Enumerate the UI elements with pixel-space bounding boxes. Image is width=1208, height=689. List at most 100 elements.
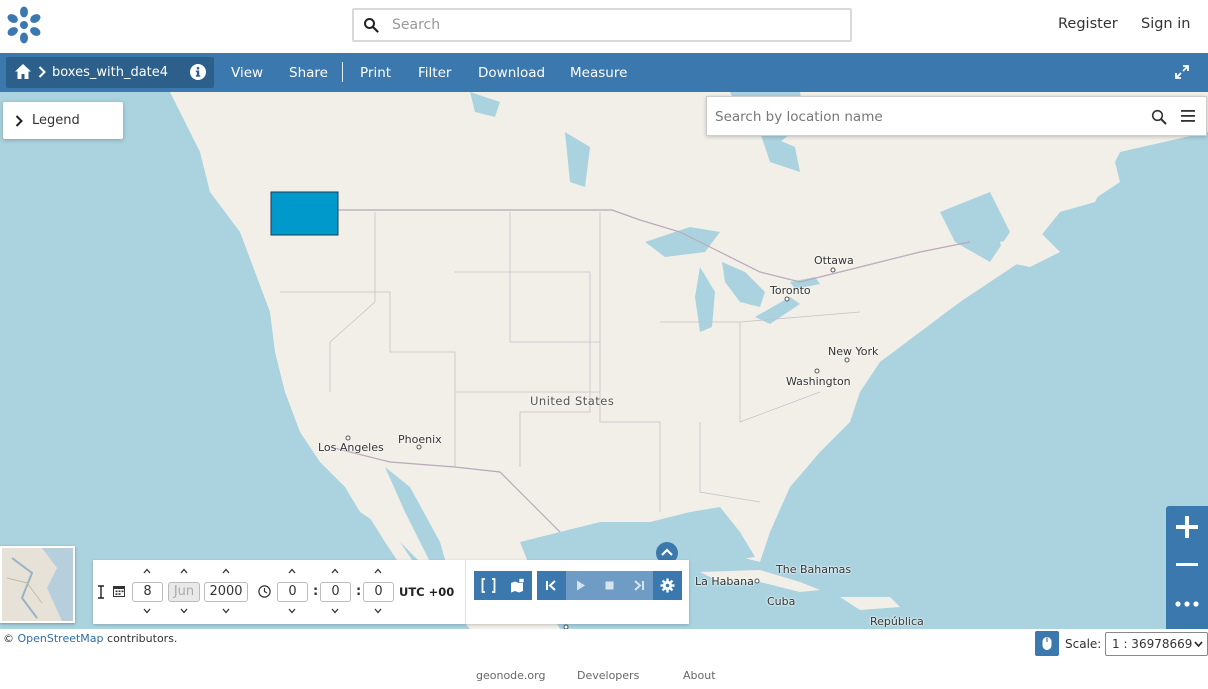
chevron-right-icon <box>38 66 46 78</box>
city-label: La Habana <box>695 575 754 588</box>
month-decrement[interactable] <box>179 608 189 614</box>
scale-selector[interactable]: 1 : 36978669 <box>1105 632 1208 656</box>
minute-decrement[interactable] <box>330 608 340 614</box>
time-divider <box>465 560 466 624</box>
skip-forward-icon <box>634 580 644 591</box>
stop-button[interactable] <box>595 571 624 600</box>
day-decrement[interactable] <box>142 608 152 614</box>
gear-icon <box>660 578 675 593</box>
month-field[interactable]: Jun <box>168 582 200 602</box>
chevron-down-icon <box>1194 641 1203 647</box>
location-search-input[interactable] <box>715 107 1135 127</box>
background-selector[interactable] <box>0 546 75 623</box>
layer-title: boxes_with_date4 <box>52 65 169 80</box>
cursor-icon <box>98 585 104 599</box>
fullscreen-icon[interactable] <box>1175 65 1189 79</box>
day-increment[interactable] <box>142 568 152 574</box>
country-label: United States <box>530 394 615 408</box>
hour-field[interactable]: 0 <box>277 582 308 602</box>
osm-link[interactable]: OpenStreetMap <box>18 632 104 645</box>
legend-label: Legend <box>32 113 80 128</box>
zoom-out-button[interactable] <box>1166 546 1208 584</box>
day-field[interactable]: 8 <box>132 582 163 602</box>
map-toolbar: boxes_with_date4 View Share Print Filter… <box>0 53 1208 92</box>
menu-download[interactable]: Download <box>478 65 545 81</box>
menu-share[interactable]: Share <box>289 65 328 81</box>
minute-field[interactable]: 0 <box>320 582 351 602</box>
time-control: 8 Jun 2000 0 : 0 : 0 UTC +00 <box>93 560 689 624</box>
feature-box[interactable] <box>270 191 339 236</box>
city-label: Washington <box>786 375 851 388</box>
info-icon[interactable] <box>190 64 206 80</box>
city-label: Toronto <box>770 284 811 297</box>
location-search <box>706 96 1207 136</box>
site-header: Register Sign in <box>0 0 1208 53</box>
month-increment[interactable] <box>179 568 189 574</box>
year-decrement[interactable] <box>221 608 231 614</box>
attribution-suffix: contributors. <box>107 632 178 645</box>
search-icon[interactable] <box>1151 109 1167 125</box>
stop-icon <box>605 581 614 590</box>
menu-measure[interactable]: Measure <box>570 65 627 81</box>
timeline-settings-button[interactable] <box>653 571 682 600</box>
hour-increment[interactable] <box>287 568 297 574</box>
menu-filter[interactable]: Filter <box>418 65 451 81</box>
breadcrumb: boxes_with_date4 <box>6 57 214 88</box>
footer-link-geonode[interactable]: geonode.org <box>476 669 545 682</box>
map-attribution: © OpenStreetMap contributors. <box>3 632 177 645</box>
play-icon <box>577 580 585 591</box>
background-thumbnail <box>2 548 73 621</box>
legend-toggle[interactable]: Legend <box>3 102 123 139</box>
more-tools-button[interactable] <box>1166 586 1208 624</box>
zoom-control <box>1166 506 1208 629</box>
copyright-symbol: © <box>3 632 14 645</box>
step-back-button[interactable] <box>537 571 566 600</box>
menu-view[interactable]: View <box>231 65 263 81</box>
sync-map-button[interactable] <box>503 571 532 600</box>
clock-icon <box>258 585 271 598</box>
menu-icon[interactable] <box>1181 110 1195 122</box>
map-canvas[interactable]: Ottawa Toronto New York Washington Unite… <box>0 92 1208 629</box>
second-increment[interactable] <box>373 568 383 574</box>
geonode-logo[interactable] <box>4 5 44 45</box>
year-increment[interactable] <box>221 568 231 574</box>
fit-range-button[interactable] <box>474 571 503 600</box>
second-decrement[interactable] <box>373 608 383 614</box>
register-link[interactable]: Register <box>1058 16 1118 32</box>
global-search <box>352 8 852 42</box>
scale-value: 1 : 36978669 <box>1112 637 1193 651</box>
scale-label: Scale: <box>1065 637 1102 651</box>
footer-link-about[interactable]: About <box>683 669 716 682</box>
play-button[interactable] <box>566 571 595 600</box>
minus-icon <box>1176 563 1198 566</box>
hour-decrement[interactable] <box>287 608 297 614</box>
ellipsis-icon <box>1175 601 1199 607</box>
mouse-position-button[interactable] <box>1035 631 1059 656</box>
zoom-in-button[interactable] <box>1166 508 1208 546</box>
mouse-icon <box>1042 637 1052 650</box>
calendar-icon <box>113 586 125 597</box>
city-label: New York <box>828 345 879 358</box>
footer-link-developers[interactable]: Developers <box>577 669 639 682</box>
step-forward-button[interactable] <box>624 571 653 600</box>
year-field[interactable]: 2000 <box>204 582 248 602</box>
map-lock-icon <box>511 578 525 593</box>
city-label: Phoenix <box>398 433 442 446</box>
home-icon[interactable] <box>14 63 32 80</box>
plus-icon <box>1176 516 1198 538</box>
time-separator: : <box>313 584 319 599</box>
timezone-label: UTC +00 <box>399 585 455 599</box>
menu-divider <box>342 62 343 82</box>
menu-print[interactable]: Print <box>360 65 391 81</box>
time-separator: : <box>356 584 362 599</box>
skip-back-icon <box>546 580 556 591</box>
second-field[interactable]: 0 <box>363 582 394 602</box>
city-label: Ottawa <box>814 254 854 267</box>
sign-in-link[interactable]: Sign in <box>1141 16 1190 32</box>
basemap <box>0 92 1208 629</box>
brackets-icon <box>481 578 496 593</box>
minute-increment[interactable] <box>330 568 340 574</box>
search-input[interactable] <box>392 14 832 36</box>
city-label: Los Angeles <box>318 441 384 454</box>
chevron-right-icon <box>15 115 23 127</box>
